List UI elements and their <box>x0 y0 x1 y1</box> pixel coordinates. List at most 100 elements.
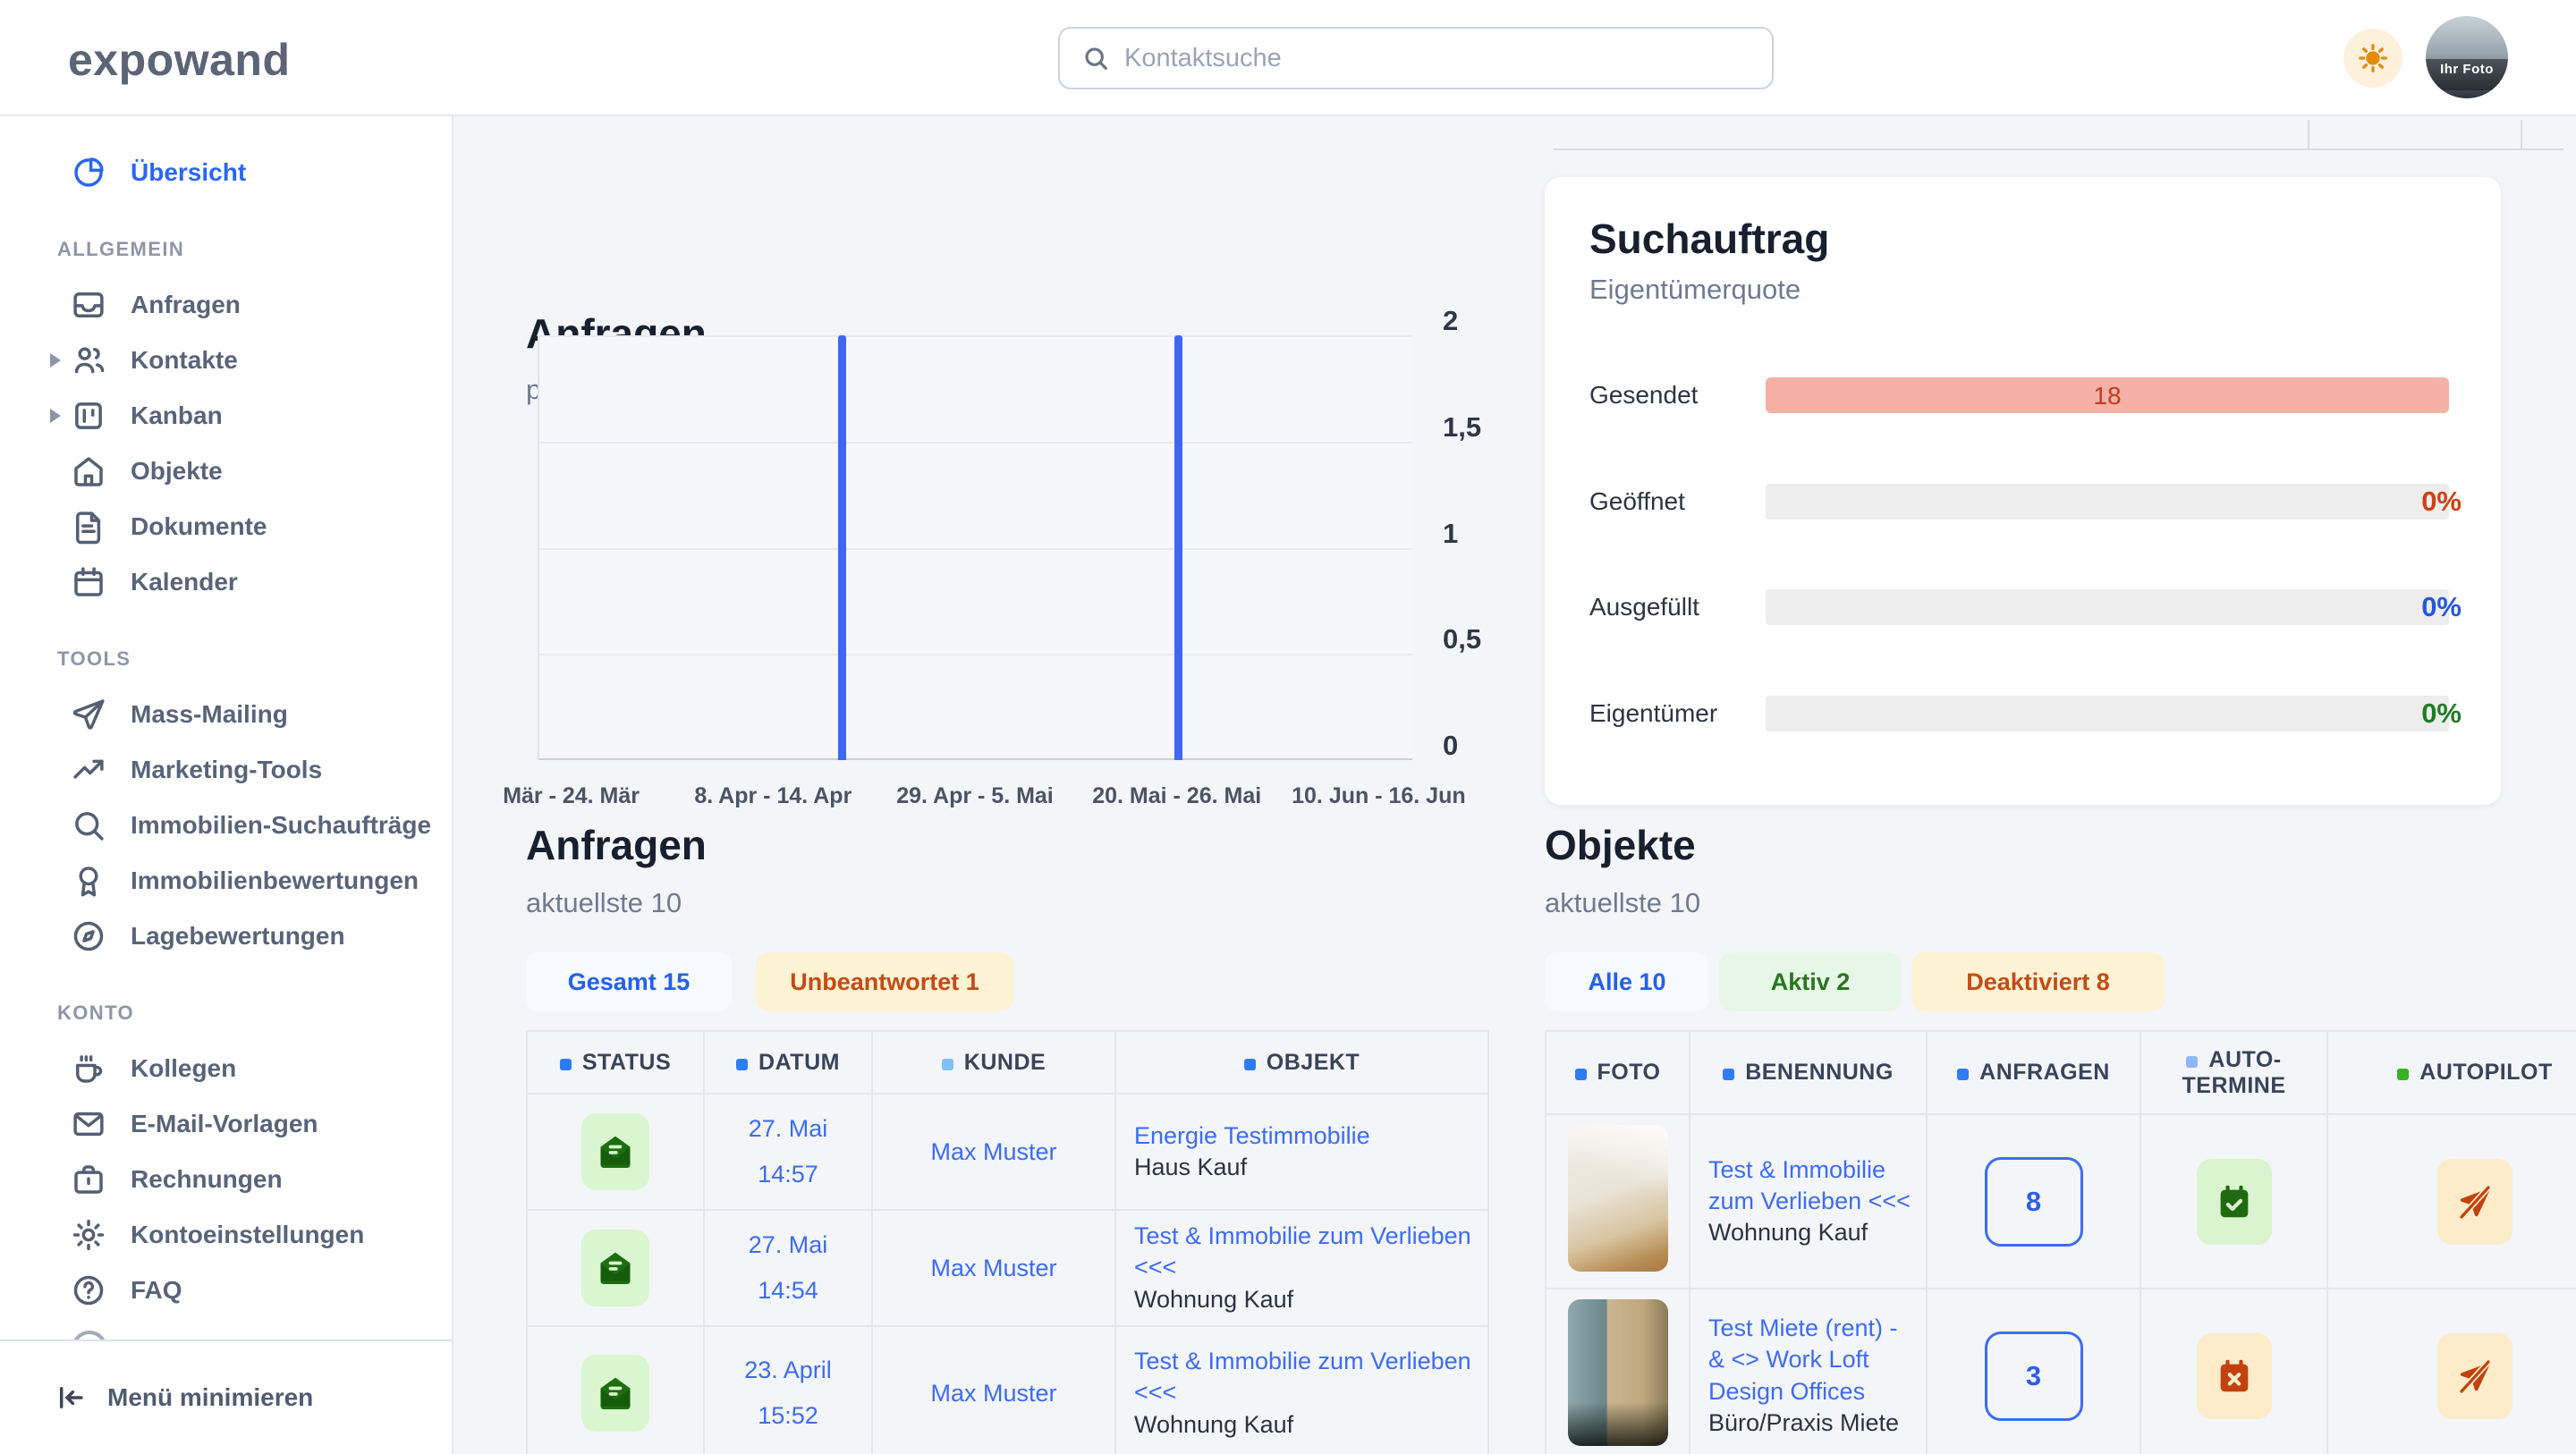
customer-link[interactable]: Max Muster <box>930 1380 1056 1407</box>
anfragen-count-button[interactable]: 3 <box>1985 1331 2083 1421</box>
gridline <box>539 548 1412 550</box>
users-icon <box>70 342 107 379</box>
chart-bar[interactable] <box>838 335 846 760</box>
col-autopilot[interactable]: AUTOPILOT <box>2327 1031 2576 1114</box>
sidebar-item-mass-mailing[interactable]: Mass-Mailing <box>0 687 452 742</box>
anfrage-date[interactable]: 27. Mai14:57 <box>704 1094 872 1210</box>
sidebar-item-kanban[interactable]: Kanban <box>0 388 452 444</box>
avatar-caption: Ihr Foto <box>2440 62 2494 77</box>
anfragen-count-button[interactable]: 8 <box>1985 1157 2083 1247</box>
sidebar-item-kontoeinstellungen[interactable]: Kontoeinstellungen <box>0 1207 452 1263</box>
col-bullet <box>2397 1069 2409 1080</box>
tab-alle[interactable]: Alle 10 <box>1545 952 1709 1011</box>
stat-label: Geöffnet <box>1589 487 1685 516</box>
stat-value: 0% <box>2421 486 2462 518</box>
col-bullet <box>1575 1069 1587 1080</box>
x-tick-label: 29. Apr - 5. Mai <box>896 783 1054 809</box>
col-datum[interactable]: DATUM <box>704 1031 872 1094</box>
sidebar-item-label: Übersicht <box>131 158 246 187</box>
sidebar-item-uebersicht[interactable]: Übersicht <box>0 145 452 200</box>
sidebar-item-label: Kontoeinstellungen <box>131 1221 364 1249</box>
sidebar-item-immobilien-suchauftraege[interactable]: Immobilien-Suchaufträge <box>0 798 452 853</box>
calendar-x-icon[interactable] <box>2197 1333 2272 1419</box>
award-icon <box>70 862 107 900</box>
mail-open-status-icon[interactable] <box>581 1113 649 1190</box>
sidebar-item-rechnungen[interactable]: Rechnungen <box>0 1152 452 1207</box>
col-bullet <box>1723 1069 1734 1080</box>
col-auto-termine[interactable]: AUTO-TERMINE <box>2140 1031 2327 1114</box>
search-icon <box>1081 44 1110 72</box>
sidebar-item-label: Anfragen <box>131 291 241 319</box>
home-icon <box>70 452 107 490</box>
sidebar-item-faq[interactable]: FAQ <box>0 1263 452 1318</box>
sidebar-item-anfragen[interactable]: Anfragen <box>0 277 452 333</box>
tab-aktiv[interactable]: Aktiv 2 <box>1719 952 1902 1011</box>
contact-search[interactable] <box>1058 27 1774 89</box>
tab-gesamt[interactable]: Gesamt 15 <box>526 952 732 1011</box>
sidebar-item-kalender[interactable]: Kalender <box>0 554 452 610</box>
sidebar-item-marketing-tools[interactable]: Marketing-Tools <box>0 742 452 798</box>
table-row: Test & Immobilie zum Verlieben <<<Wohnun… <box>1546 1114 2576 1289</box>
gear-icon <box>70 1216 107 1254</box>
anfrage-date[interactable]: 23. April15:52 <box>704 1326 872 1454</box>
anfrage-date[interactable]: 27. Mai14:54 <box>704 1210 872 1326</box>
sun-icon <box>2357 42 2389 74</box>
col-anfragen[interactable]: ANFRAGEN <box>1927 1031 2140 1114</box>
stat-bar-geoeffnet: 0% <box>1766 484 2449 520</box>
sidebar-item-immobilienbewertungen[interactable]: Immobilienbewertungen <box>0 853 452 909</box>
sidebar-item-objekte[interactable]: Objekte <box>0 444 452 499</box>
object-type: Wohnung Kauf <box>1134 1409 1477 1441</box>
briefcase-icon <box>70 1161 107 1198</box>
send-slash-icon[interactable] <box>2437 1333 2512 1419</box>
mail-open-status-icon[interactable] <box>581 1355 649 1432</box>
send-slash-icon[interactable] <box>2437 1159 2512 1245</box>
chevron-right-icon[interactable] <box>50 353 61 368</box>
chevron-right-icon[interactable] <box>50 409 61 423</box>
customer-link[interactable]: Max Muster <box>930 1255 1056 1281</box>
sidebar-item-lagebewertungen[interactable]: Lagebewertungen <box>0 909 452 964</box>
sidebar-section-tools: TOOLS <box>57 647 452 671</box>
tab-unbeantwortet[interactable]: Unbeantwortet 1 <box>756 952 1013 1011</box>
user-avatar[interactable]: Ihr Foto <box>2426 16 2508 98</box>
col-benennung[interactable]: BENENNUNG <box>1690 1031 1927 1114</box>
col-kunde[interactable]: KUNDE <box>872 1031 1115 1094</box>
sidebar-item-kollegen[interactable]: Kollegen <box>0 1041 452 1096</box>
sidebar-item-label: FAQ <box>131 1276 182 1305</box>
minimize-menu-button[interactable]: Menü minimieren <box>0 1340 452 1454</box>
table-row: 23. April15:52 Max Muster Test & Immobil… <box>527 1326 1488 1454</box>
app-header: expowand Ihr Foto <box>0 0 2576 116</box>
mail-open-status-icon[interactable] <box>581 1230 649 1306</box>
inbox-icon <box>70 286 107 324</box>
stat-bar-ausgefuellt: 0% <box>1766 589 2449 625</box>
object-link[interactable]: Test & Immobilie zum Verlieben <<< <box>1134 1222 1471 1281</box>
object-link[interactable]: Test & Immobilie zum Verlieben <<< <box>1134 1348 1471 1406</box>
object-name-link[interactable]: Test & Immobilie zum Verlieben <<< <box>1708 1156 1911 1214</box>
suchauftrag-card: Suchauftrag Eigentümerquote Gesendet 18 … <box>1545 177 2501 805</box>
x-tick-label: 10. Jun - 16. Jun <box>1292 783 1466 809</box>
col-objekt[interactable]: OBJEKT <box>1115 1031 1488 1094</box>
sidebar-item-label: Kollegen <box>131 1054 236 1083</box>
object-photo[interactable] <box>1568 1125 1668 1272</box>
stat-bar-gesendet: 18 <box>1766 377 2449 413</box>
suchauftrag-subtitle: Eigentümerquote <box>1589 274 1801 306</box>
divider <box>2308 120 2309 148</box>
table-row: 27. Mai14:54 Max Muster Test & Immobilie… <box>527 1210 1488 1326</box>
calendar-check-icon[interactable] <box>2197 1159 2272 1245</box>
chart-bar[interactable] <box>1174 335 1182 760</box>
object-photo[interactable] <box>1568 1299 1668 1446</box>
tab-deaktiviert[interactable]: Deaktiviert 8 <box>1911 952 2165 1011</box>
stat-value: 18 <box>1766 382 2449 410</box>
customer-link[interactable]: Max Muster <box>930 1138 1056 1165</box>
theme-toggle-button[interactable] <box>2343 29 2402 88</box>
object-link[interactable]: Energie Testimmobilie <box>1134 1122 1370 1149</box>
col-status[interactable]: STATUS <box>527 1031 704 1094</box>
col-foto[interactable]: FOTO <box>1546 1031 1690 1114</box>
sidebar-item-kontakte[interactable]: Kontakte <box>0 333 452 388</box>
sidebar-item-dokumente[interactable]: Dokumente <box>0 499 452 554</box>
search-input[interactable] <box>1124 44 1772 73</box>
anfragen-title: Anfragen <box>526 821 707 869</box>
main-content: Anfragen pro Woche in den letzten 3 Mona… <box>453 116 2576 1454</box>
object-name-link[interactable]: Test Miete (rent) - & <> Work Loft Desig… <box>1708 1315 1898 1404</box>
table-header-row: STATUS DATUM KUNDE OBJEKT <box>527 1031 1488 1094</box>
sidebar-item-email-vorlagen[interactable]: E-Mail-Vorlagen <box>0 1096 452 1152</box>
